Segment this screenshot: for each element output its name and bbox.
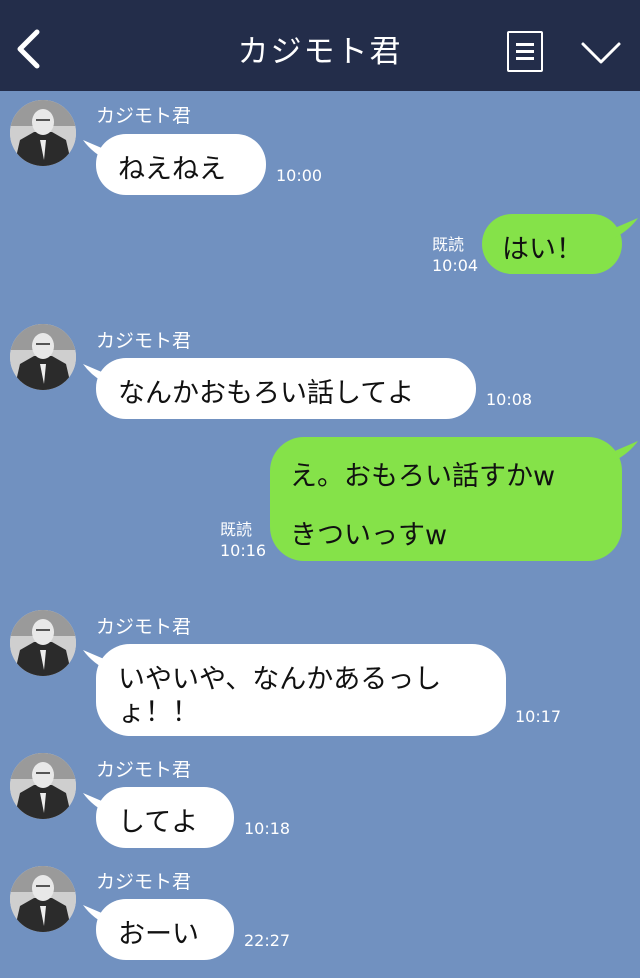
message-text-line: ょ！！ (118, 697, 199, 728)
message-bubble[interactable]: してよ (96, 787, 234, 848)
message-text-line: え。おもろい話すかw (290, 461, 556, 492)
read-receipt: 既読 10:04 (432, 234, 478, 276)
sender-name: カジモト君 (96, 616, 192, 638)
bubble-tail (610, 218, 638, 240)
avatar[interactable] (10, 866, 76, 932)
read-receipt: 既読 10:16 (220, 519, 266, 561)
user-photo-icon (10, 866, 76, 932)
message-time: 22:27 (244, 931, 291, 950)
collapse-button[interactable] (580, 38, 622, 68)
message-text: ねえねえ (118, 154, 226, 185)
message-time: 10:00 (276, 166, 323, 185)
message-bubble[interactable]: え。おもろい話すかw きついっすw (270, 437, 622, 561)
avatar[interactable] (10, 100, 76, 166)
menu-button[interactable] (507, 31, 543, 72)
sender-name: カジモト君 (96, 759, 192, 781)
read-label: 既読 (220, 520, 253, 539)
message-time: 10:18 (244, 819, 291, 838)
avatar[interactable] (10, 610, 76, 676)
message-time: 10:16 (220, 541, 267, 560)
sender-name: カジモト君 (96, 330, 192, 352)
user-photo-icon (10, 610, 76, 676)
chevron-down-icon (581, 42, 621, 64)
message-text-line: きついっすw (290, 520, 448, 551)
message-bubble[interactable]: はい！ (482, 214, 622, 274)
message-bubble[interactable]: なんかおもろい話してよ (96, 358, 476, 419)
avatar[interactable] (10, 324, 76, 390)
chat-header: カジモト君 (0, 0, 640, 91)
message-bubble[interactable]: ねえねえ (96, 134, 266, 195)
message-text: はい！ (502, 234, 583, 265)
avatar[interactable] (10, 753, 76, 819)
message-bubble[interactable]: いやいや、なんかあるっし ょ！！ (96, 644, 506, 736)
message-time: 10:08 (486, 390, 533, 409)
message-text: おーい (118, 919, 199, 950)
user-photo-icon (10, 100, 76, 166)
message-time: 10:17 (515, 707, 562, 726)
sender-name: カジモト君 (96, 105, 192, 127)
message-text: してよ (118, 807, 199, 838)
message-text: なんかおもろい話してよ (118, 378, 415, 409)
bubble-tail (610, 441, 638, 463)
user-photo-icon (10, 753, 76, 819)
user-photo-icon (10, 324, 76, 390)
message-time: 10:04 (432, 256, 479, 275)
chat-title: カジモト君 (237, 34, 403, 70)
read-label: 既読 (432, 235, 465, 254)
message-bubble[interactable]: おーい (96, 899, 234, 960)
sender-name: カジモト君 (96, 871, 192, 893)
